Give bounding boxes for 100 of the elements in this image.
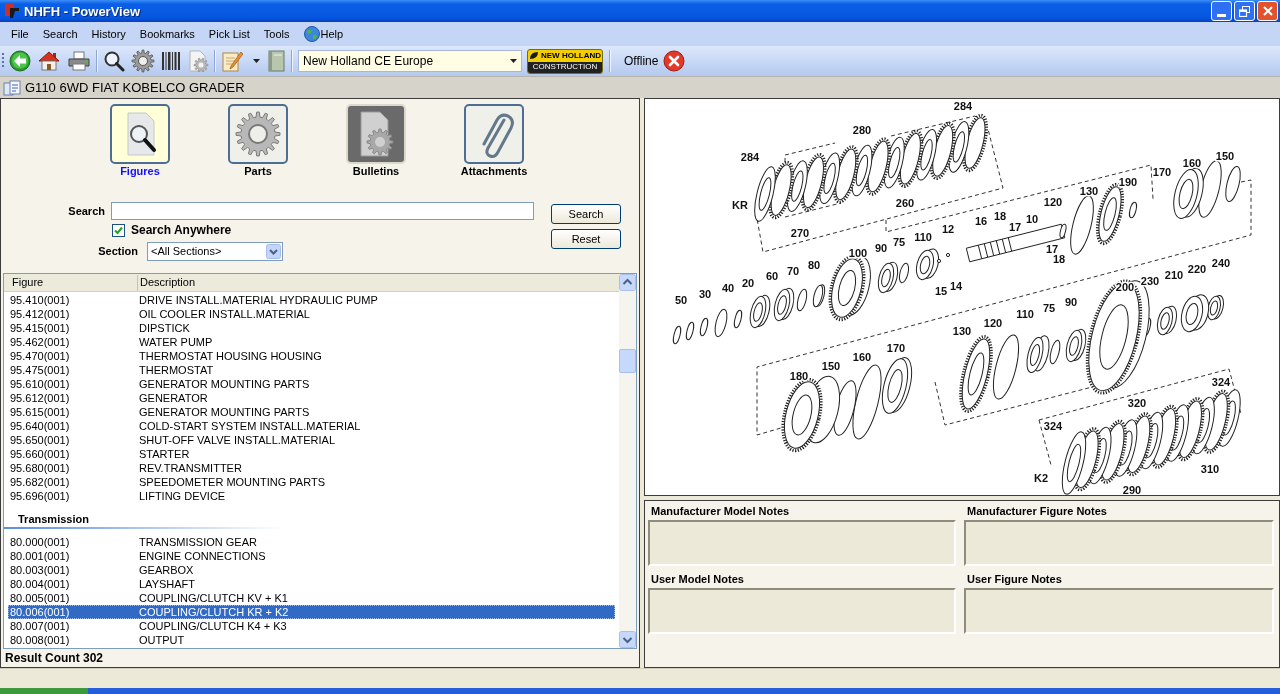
column-header[interactable]: Description [140, 274, 196, 291]
table-cell: 80.008(001) [10, 633, 70, 646]
table-row[interactable]: 80.004(001) LAYSHAFT [8, 577, 615, 591]
table-row[interactable]: 95.650(001) SHUT-OFF VALVE INSTALL.MATERIAL [8, 433, 615, 447]
table-cell: 95.682(001) [10, 475, 70, 488]
menu-item[interactable]: File [4, 24, 36, 44]
table-cell: WATER PUMP [139, 335, 213, 348]
table-row[interactable]: 95.682(001) SPEEDOMETER MOUNTING PARTS [8, 475, 615, 489]
table-cell: GENERATOR MOUNTING PARTS [139, 405, 310, 418]
table-cell: REV.TRANSMITTER [139, 461, 242, 474]
table-row[interactable]: 95.410(001) DRIVE INSTALL.MATERIAL HYDRAULIC PUMP [8, 293, 615, 307]
table-row[interactable]: 80.000(001) TRANSMISSION GEAR [8, 535, 615, 549]
notes-field[interactable] [964, 588, 1274, 634]
table-row[interactable]: 80.006(001) COUPLING/CLUTCH KR + K2 [8, 605, 615, 619]
menu-item[interactable]: Search [35, 24, 85, 44]
search-button[interactable]: Search [551, 204, 621, 224]
dropdown-arrow-icon[interactable] [510, 59, 517, 63]
table-cell: 95.610(001) [10, 377, 70, 390]
callout-label: 120 [983, 317, 1003, 329]
scroll-up-icon[interactable] [619, 274, 636, 291]
globe-icon [303, 26, 320, 42]
notepad-pencil-icon[interactable] [221, 50, 243, 72]
table-row[interactable]: 80.003(001) GEARBOX [8, 563, 615, 577]
restore-button[interactable] [1234, 1, 1255, 21]
table-row[interactable]: 95.415(001) DIPSTICK [8, 321, 615, 335]
callout-label: 90 [1064, 296, 1078, 308]
menu-item[interactable]: History [84, 24, 133, 44]
callout-label: 110 [1016, 308, 1034, 320]
scroll-thumb[interactable] [619, 349, 636, 373]
view-tab[interactable]: Parts [228, 104, 288, 178]
view-tab[interactable]: Attachments [460, 104, 528, 178]
table-row[interactable]: 95.412(001) OIL COOLER INSTALL.MATERIAL [8, 307, 615, 321]
table-row[interactable]: 95.612(001) GENERATOR [8, 391, 615, 405]
callout-label: 50 [674, 294, 688, 306]
printer-icon[interactable] [67, 50, 91, 72]
table-row[interactable]: 95.680(001) REV.TRANSMITTER [8, 461, 615, 475]
close-button[interactable] [1257, 1, 1278, 21]
table-row[interactable]: 95.660(001) STARTER [8, 447, 615, 461]
table-cell: 95.680(001) [10, 461, 70, 474]
gear-icon[interactable] [131, 49, 155, 73]
column-header[interactable]: Figure [12, 274, 44, 291]
table-row[interactable]: 80.005(001) COUPLING/CLUTCH KV + K1 [8, 591, 615, 605]
table-cell: COUPLING/CLUTCH K4 + K3 [139, 619, 287, 632]
table-cell: 95.415(001) [10, 321, 70, 334]
callout-label: 18 [993, 210, 1007, 222]
notes-label: Manufacturer Figure Notes [966, 504, 1107, 518]
caret-icon[interactable] [253, 59, 260, 63]
table-row[interactable]: 80.007(001) COUPLING/CLUTCH K4 + K3 [8, 619, 615, 633]
callout-label: 130 [952, 325, 972, 337]
toolbar-grip-icon[interactable] [2, 52, 5, 70]
view-tab[interactable]: Bulletins [346, 104, 406, 178]
callout-label: 90 [874, 242, 888, 254]
table-cell: 95.462(001) [10, 335, 70, 348]
notes-field[interactable] [964, 520, 1274, 566]
callout-label: 180 [789, 370, 809, 382]
notes-field[interactable] [648, 588, 956, 634]
back-arrow-icon[interactable] [9, 50, 31, 72]
menu-item[interactable]: Help [296, 24, 351, 44]
table-row[interactable]: 95.696(001) LIFTING DEVICE [8, 489, 615, 503]
table-cell: 95.470(001) [10, 349, 70, 362]
table-row[interactable]: 80.008(001) OUTPUT [8, 633, 615, 647]
table-row[interactable]: 95.615(001) GENERATOR MOUNTING PARTS [8, 405, 615, 419]
catalog-dropdown[interactable]: New Holland CE Europe [298, 50, 522, 72]
window-title: NHFH - PowerView [24, 4, 141, 18]
table-cell: THERMOSTAT [139, 363, 214, 376]
document-gear-icon[interactable] [187, 50, 209, 72]
notes-field[interactable] [648, 520, 956, 566]
menu-item[interactable]: Bookmarks [132, 24, 202, 44]
search-field[interactable] [111, 202, 534, 220]
table-cell: SPEEDOMETER MOUNTING PARTS [139, 475, 325, 488]
callout-label: 230 [1140, 275, 1160, 287]
checkbox[interactable] [112, 223, 125, 237]
callout-label: 18 [1052, 253, 1066, 265]
table-row[interactable]: 95.475(001) THERMOSTAT [8, 363, 615, 377]
reset-button[interactable]: Reset [551, 229, 621, 249]
table-row[interactable]: 95.610(001) GENERATOR MOUNTING PARTS [8, 377, 615, 391]
notes-label: User Figure Notes [966, 572, 1062, 586]
view-tab[interactable]: Figures [110, 104, 170, 178]
callout-label: 14 [949, 280, 963, 292]
table-row[interactable]: 95.462(001) WATER PUMP [8, 335, 615, 349]
checkbox-label[interactable]: Search Anywhere [131, 221, 232, 239]
callout-label: 220 [1187, 263, 1207, 275]
menu-item[interactable]: Tools [256, 24, 297, 44]
barcode-icon[interactable] [161, 50, 181, 72]
table-cell: GENERATOR MOUNTING PARTS [139, 377, 310, 390]
notes-label: Manufacturer Model Notes [650, 504, 790, 518]
start-button[interactable] [0, 688, 88, 694]
menu-item[interactable]: Pick List [201, 24, 257, 44]
minimize-button[interactable] [1211, 1, 1232, 21]
paperclip-icon [464, 104, 524, 164]
table-row[interactable]: 95.640(001) COLD-START SYSTEM INSTALL.MATERIAL [8, 419, 615, 433]
home-icon[interactable] [37, 50, 61, 72]
table-row[interactable]: 95.470(001) THERMOSTAT HOUSING HOUSING [8, 349, 615, 363]
table-row[interactable]: 80.001(001) ENGINE CONNECTIONS [8, 549, 615, 563]
table-cell: SHUT-OFF VALVE INSTALL.MATERIAL [139, 433, 335, 446]
scroll-down-icon[interactable] [619, 631, 636, 648]
search-icon[interactable] [103, 50, 125, 72]
callout-label: 324 [1043, 420, 1063, 432]
callout-label: 310 [1200, 463, 1220, 475]
section-dropdown[interactable]: <All Sections> [147, 242, 283, 261]
